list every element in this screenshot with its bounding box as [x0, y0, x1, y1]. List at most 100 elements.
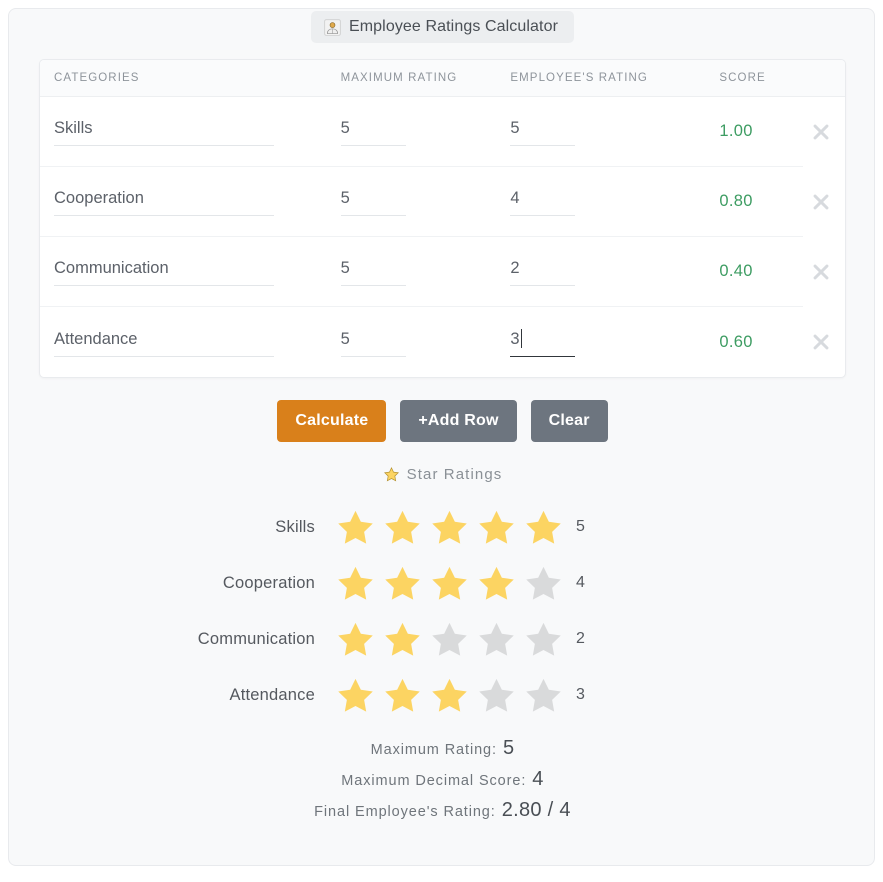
window-title: Employee Ratings Calculator [348, 18, 559, 35]
table-header-row: CATEGORIES MAXIMUM RATING EMPLOYEE'S RAT… [40, 60, 845, 97]
main-panel: Employee Ratings Calculator CATEGORIES M… [8, 8, 875, 866]
cell-employees-rating [510, 117, 719, 146]
summary-line: Final Employee's Rating: 2.80 / 4 [9, 799, 876, 830]
category-input[interactable] [54, 327, 274, 357]
clear-button[interactable]: Clear [530, 400, 608, 442]
score-value: 0.80 [719, 192, 753, 210]
star-row-label: Cooperation [222, 573, 315, 592]
table-row: 30.60 [40, 307, 845, 377]
cell-score: 0.80 [719, 192, 809, 211]
summary-value: 2.80 / 4 [501, 799, 571, 821]
cell-delete [810, 121, 845, 143]
employees-rating-input[interactable] [510, 117, 576, 146]
category-input[interactable] [54, 117, 274, 146]
category-input[interactable] [54, 257, 274, 286]
star-filled-icon[interactable] [333, 617, 378, 662]
star-row-stars[interactable] [333, 505, 570, 550]
star-rating-row: Cooperation 4 [9, 555, 876, 611]
table-row: 1.00 [40, 97, 845, 167]
close-x-icon[interactable] [810, 261, 832, 283]
maximum-rating-input[interactable] [340, 327, 406, 357]
column-header-score: SCORE [719, 72, 766, 84]
star-filled-icon[interactable] [333, 505, 378, 550]
cell-score: 0.40 [719, 262, 809, 281]
window-title-bar: Employee Ratings Calculator [9, 11, 876, 43]
star-filled-icon[interactable] [474, 505, 519, 550]
person-bust-icon [324, 18, 341, 36]
close-x-icon[interactable] [810, 191, 832, 213]
employees-rating-input[interactable]: 3 [510, 327, 576, 357]
maximum-rating-input[interactable] [340, 117, 406, 146]
star-filled-icon[interactable] [521, 505, 566, 550]
star-empty-icon[interactable] [427, 617, 472, 662]
star-rating-row: Skills 5 [9, 499, 876, 555]
score-value: 1.00 [719, 122, 753, 140]
maximum-rating-input[interactable] [340, 257, 406, 286]
category-input[interactable] [54, 187, 274, 216]
star-filled-icon[interactable] [427, 673, 472, 718]
summary-label: Maximum Rating: [370, 742, 497, 758]
star-row-value: 5 [576, 518, 585, 535]
summary-line: Maximum Rating: 5 [9, 737, 876, 768]
star-filled-icon[interactable] [333, 673, 378, 718]
star-empty-icon[interactable] [521, 673, 566, 718]
cell-maximum-rating [340, 257, 511, 286]
cell-delete [810, 191, 845, 213]
star-filled-icon[interactable] [380, 561, 425, 606]
star-filled-icon[interactable] [380, 673, 425, 718]
calculate-button[interactable]: Calculate [277, 400, 387, 442]
column-header-employees-rating: EMPLOYEE'S RATING [510, 72, 648, 84]
star-filled-icon[interactable] [380, 617, 425, 662]
add-row-button[interactable]: +Add Row [400, 400, 517, 442]
cell-category [54, 117, 341, 146]
table-row: 0.80 [40, 167, 845, 237]
star-filled-icon[interactable] [380, 505, 425, 550]
star-filled-icon[interactable] [427, 561, 472, 606]
ratings-table: CATEGORIES MAXIMUM RATING EMPLOYEE'S RAT… [39, 59, 846, 378]
close-x-icon[interactable] [810, 331, 832, 353]
star-row-stars[interactable] [333, 673, 570, 718]
star-row-label: Attendance [229, 685, 315, 704]
cell-delete [810, 331, 845, 353]
close-x-icon[interactable] [810, 121, 832, 143]
cell-category [54, 327, 341, 357]
maximum-rating-input[interactable] [340, 187, 406, 216]
cell-category [54, 187, 341, 216]
cell-delete [810, 261, 845, 283]
star-row-value: 3 [576, 686, 585, 703]
cell-score: 0.60 [719, 333, 809, 352]
action-button-row: Calculate +Add Row Clear [9, 400, 876, 442]
summary-label: Final Employee's Rating: [314, 804, 496, 820]
summary-line: Maximum Decimal Score: 4 [9, 768, 876, 799]
star-rating-row: Attendance 3 [9, 667, 876, 723]
cell-employees-rating [510, 187, 719, 216]
star-filled-icon[interactable] [427, 505, 472, 550]
star-empty-icon[interactable] [521, 617, 566, 662]
table-row: 0.40 [40, 237, 845, 307]
summary-label: Maximum Decimal Score: [341, 773, 527, 789]
summary-value: 4 [532, 768, 544, 790]
app-page: Employee Ratings Calculator CATEGORIES M… [0, 0, 883, 882]
column-header-categories: CATEGORIES [54, 72, 140, 84]
star-row-label: Skills [275, 517, 315, 536]
cell-maximum-rating [340, 187, 511, 216]
star-row-stars[interactable] [333, 561, 570, 606]
star-filled-icon[interactable] [474, 561, 519, 606]
employees-rating-value: 3 [510, 330, 520, 348]
star-filled-icon[interactable] [333, 561, 378, 606]
cell-maximum-rating [340, 117, 511, 146]
employees-rating-input[interactable] [510, 257, 576, 286]
column-header-maximum-rating: MAXIMUM RATING [340, 72, 458, 84]
star-icon [383, 467, 399, 482]
star-empty-icon[interactable] [474, 617, 519, 662]
star-row-stars[interactable] [333, 617, 570, 662]
cell-employees-rating [510, 257, 719, 286]
employees-rating-input[interactable] [510, 187, 576, 216]
star-empty-icon[interactable] [474, 673, 519, 718]
text-cursor [520, 329, 522, 348]
window-title-pill: Employee Ratings Calculator [310, 11, 575, 43]
star-empty-icon[interactable] [521, 561, 566, 606]
star-ratings-heading: Star Ratings [9, 466, 876, 483]
score-value: 0.40 [719, 262, 753, 280]
cell-score: 1.00 [719, 122, 809, 141]
